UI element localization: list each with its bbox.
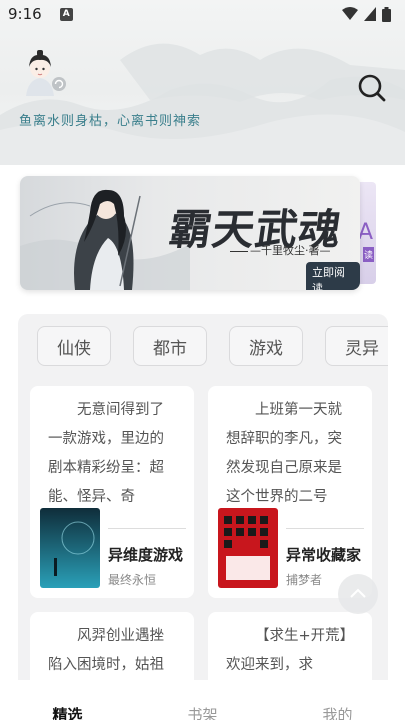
bottom-nav: 精选 书架 我的 — [0, 680, 405, 720]
nav-bookshelf[interactable]: 书架 — [187, 704, 217, 720]
notification-icon: A — [59, 7, 73, 21]
category-tabs: 仙侠 都市 游戏 灵异 — [37, 326, 388, 366]
slogan: 鱼离水则身枯，心离书则神索 — [19, 114, 202, 129]
banner-next-peek-badge: 读 — [362, 247, 374, 262]
tab-lingyi[interactable]: 灵异 — [325, 326, 388, 366]
signal-icon — [364, 7, 376, 21]
chevron-up-icon — [350, 588, 366, 598]
avatar[interactable] — [18, 50, 68, 96]
status-icons — [342, 6, 391, 22]
book-title: 异常收藏家 — [286, 546, 362, 564]
nav-featured[interactable]: 精选 — [52, 704, 82, 720]
book-title: 异维度游戏 — [108, 546, 184, 564]
banner-slide[interactable]: 霸天武魂 —千里牧尘·著— 立即阅读 — [20, 176, 360, 290]
book-description: 无意间得到了一款游戏，里边的剧本精彩纷呈：超能、怪异、奇物、… — [48, 402, 164, 505]
banner-carousel[interactable]: A 读 霸天武魂 —千里牧尘·著— 立即阅读 — [0, 170, 405, 294]
search-button[interactable] — [356, 72, 388, 104]
tab-dushi[interactable]: 都市 — [133, 326, 207, 366]
card-divider — [108, 528, 186, 529]
status-time: 9:16 — [8, 5, 42, 23]
book-author: 捕梦者 — [286, 573, 323, 587]
book-card[interactable]: 上班第一天就想辞职的李凡，突然发现自己原来是这个世界的二号反… 异常收藏家 捕梦… — [208, 386, 372, 598]
status-bar: 9:16 A — [0, 0, 405, 28]
banner-next-peek-char: A — [357, 220, 373, 245]
battery-icon — [382, 6, 391, 22]
tab-xianxia[interactable]: 仙侠 — [37, 326, 111, 366]
recommend-section: 仙侠 都市 游戏 灵异 无意间得到了一款游戏，里边的剧本精彩纷呈：超能、怪异、奇… — [18, 314, 388, 714]
book-author: 最终永恒 — [108, 573, 157, 587]
tab-youxi[interactable]: 游戏 — [229, 326, 303, 366]
book-cover — [218, 508, 278, 588]
wifi-icon — [342, 7, 358, 20]
card-divider — [286, 528, 364, 529]
book-description: 上班第一天就想辞职的李凡，突然发现自己原来是这个世界的二号反… — [226, 402, 342, 505]
banner-author: —千里牧尘·著— — [230, 242, 331, 258]
search-icon — [358, 74, 386, 102]
book-card[interactable]: 无意间得到了一款游戏，里边的剧本精彩纷呈：超能、怪异、奇物、… 异维度游戏 最终… — [30, 386, 194, 598]
read-now-button[interactable]: 立即阅读 — [306, 262, 360, 290]
book-cover — [40, 508, 100, 588]
nav-profile[interactable]: 我的 — [322, 704, 352, 720]
scroll-to-top-button[interactable] — [338, 574, 378, 614]
